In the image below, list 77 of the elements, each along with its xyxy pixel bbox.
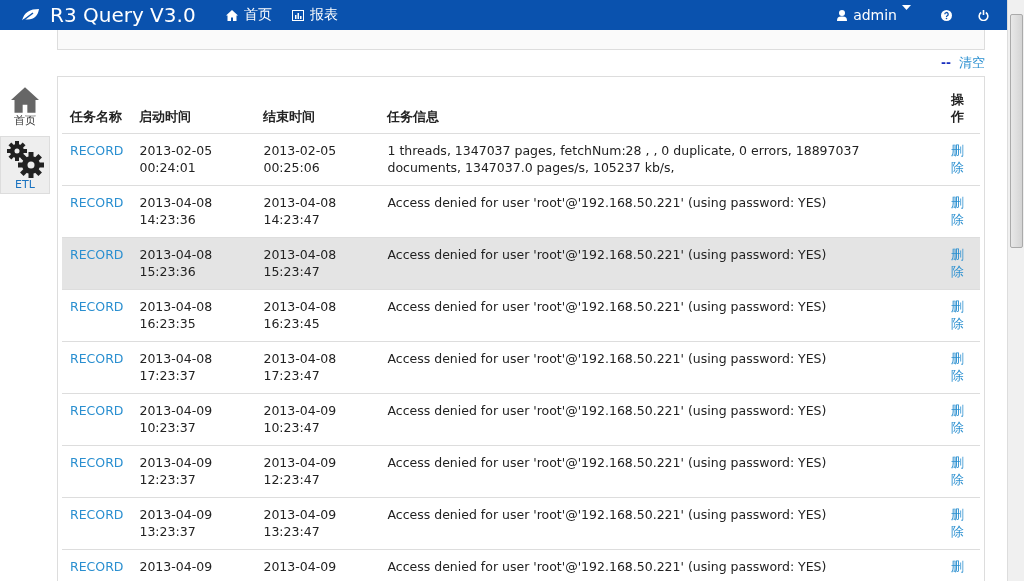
delete-link[interactable]: 删除 <box>951 506 965 540</box>
delete-link[interactable]: 删除 <box>951 246 965 280</box>
delete-link[interactable]: 删除 <box>951 194 965 228</box>
table-cell: 2013-04-08 16:23:45 <box>255 289 380 342</box>
record-link[interactable]: RECORD <box>70 247 124 262</box>
table-cell: 2013-04-08 15:23:36 <box>131 237 256 290</box>
table-cell: 2013-04-09 10:23:47 <box>255 393 380 446</box>
table-cell: Access denied for user 'root'@'192.168.50.221' (using password: YES) <box>379 445 943 498</box>
table-cell: 2013-04-08 17:23:47 <box>255 341 380 394</box>
delete-link[interactable]: 删除 <box>951 454 965 488</box>
caret-icon <box>902 5 911 10</box>
record-link[interactable]: RECORD <box>70 403 124 418</box>
table-cell: Access denied for user 'root'@'192.168.50.221' (using password: YES) <box>379 185 943 238</box>
delete-link[interactable]: 删 <box>951 558 965 575</box>
leaf-icon <box>20 8 40 22</box>
record-link[interactable]: RECORD <box>70 559 124 574</box>
home-icon <box>225 9 238 21</box>
record-link[interactable]: RECORD <box>70 351 124 366</box>
table-cell: 2013-04-09 <box>255 549 380 581</box>
table-row[interactable]: RECORD 2013-04-08 14:23:36 2013-04-08 14:23:47 Access denied for user 'root'@'192.168.50.221' (using password: YES) 删除 <box>62 185 980 238</box>
record-link[interactable]: RECORD <box>70 455 124 470</box>
table-cell: 2013-04-08 14:23:36 <box>131 185 256 238</box>
table-cell: 2013-04-09 12:23:37 <box>131 445 256 498</box>
table-row[interactable]: RECORD 2013-04-09 10:23:37 2013-04-09 10:23:47 Access denied for user 'root'@'192.168.50.221' (using password: YES) 删除 <box>62 393 980 446</box>
record-link[interactable]: RECORD <box>70 143 124 158</box>
table-cell: 2013-04-08 17:23:37 <box>131 341 256 394</box>
table-row[interactable]: RECORD 2013-04-08 16:23:35 2013-04-08 16:23:45 Access denied for user 'root'@'192.168.50.221' (using password: YES) 删除 <box>62 289 980 342</box>
table-cell: 2013-02-05 00:25:06 <box>255 133 380 186</box>
gears-icon <box>5 139 45 178</box>
user-menu[interactable]: admin <box>837 7 897 23</box>
record-link[interactable]: RECORD <box>70 507 124 522</box>
dash-mark: -- <box>941 56 951 70</box>
table-row[interactable]: RECORD 2013-04-09 13:23:37 2013-04-09 13:23:47 Access denied for user 'root'@'192.168.50.221' (using password: YES) 删除 <box>62 497 980 550</box>
clear-link[interactable]: 清空 <box>959 54 985 72</box>
table-cell: 2013-04-09 12:23:47 <box>255 445 380 498</box>
table-row[interactable]: RECORD 2013-04-08 17:23:37 2013-04-08 17:23:47 Access denied for user 'root'@'192.168.50.221' (using password: YES) 删除 <box>62 341 980 394</box>
sidebar-item[interactable]: 首页 <box>0 78 50 136</box>
table-cell: Access denied for user 'root'@'192.168.50.221' (using password: YES) <box>379 549 943 581</box>
table-cell: 1 threads, 1347037 pages, fetchNum:28 , , 0 duplicate, 0 errors, 18897037 documents, 1347037.0 pages/s, 105237 kb/s, <box>379 133 943 186</box>
power-icon[interactable] <box>978 9 989 21</box>
table-cell: 2013-04-09 13:23:47 <box>255 497 380 550</box>
scrollbar-thumb[interactable] <box>1010 14 1023 248</box>
user-icon <box>837 9 848 21</box>
nav-link[interactable]: 首页 <box>225 6 272 24</box>
column-header: 结束时间 <box>255 85 380 134</box>
delete-link[interactable]: 删除 <box>951 142 965 176</box>
help-icon[interactable] <box>941 9 952 21</box>
table-cell: 2013-04-09 10:23:37 <box>131 393 256 446</box>
table-cell: Access denied for user 'root'@'192.168.50.221' (using password: YES) <box>379 393 943 446</box>
table-row[interactable]: RECORD 2013-04-09 12:23:37 2013-04-09 12:23:47 Access denied for user 'root'@'192.168.50.221' (using password: YES) 删除 <box>62 445 980 498</box>
table-row[interactable]: RECORD 2013-02-05 00:24:01 2013-02-05 00:25:06 1 threads, 1347037 pages, fetchNum:28 , , 0 duplicate, 0 errors, 18897037 documents, 1347037.0 pages/s, 105237 kb/s, 删除 <box>62 133 980 186</box>
table-cell: 2013-02-05 00:24:01 <box>131 133 256 186</box>
delete-link[interactable]: 删除 <box>951 350 965 384</box>
table-cell: 2013-04-09 13:23:37 <box>131 497 256 550</box>
table-cell: 2013-04-08 16:23:35 <box>131 289 256 342</box>
table-cell: 2013-04-08 15:23:47 <box>255 237 380 290</box>
table-cell: 2013-04-09 <box>131 549 256 581</box>
table-cell: Access denied for user 'root'@'192.168.50.221' (using password: YES) <box>379 237 943 290</box>
column-header: 任务信息 <box>379 85 943 134</box>
table-cell: 2013-04-08 14:23:47 <box>255 185 380 238</box>
table-row[interactable]: RECORD 2013-04-09 2013-04-09 Access denied for user 'root'@'192.168.50.221' (using password: YES) 删 <box>62 549 980 581</box>
home-icon <box>11 86 39 113</box>
delete-link[interactable]: 删除 <box>951 402 965 436</box>
sidebar-item[interactable]: ETL <box>0 136 50 194</box>
column-header: 任务名称 <box>62 85 132 134</box>
chart-icon <box>291 9 304 21</box>
table-cell: Access denied for user 'root'@'192.168.50.221' (using password: YES) <box>379 497 943 550</box>
table-cell: Access denied for user 'root'@'192.168.50.221' (using password: YES) <box>379 341 943 394</box>
table-cell: Access denied for user 'root'@'192.168.50.221' (using password: YES) <box>379 289 943 342</box>
record-link[interactable]: RECORD <box>70 195 124 210</box>
app-title: R3 Query V3.0 <box>50 3 196 27</box>
column-header: 启动时间 <box>131 85 256 134</box>
nav-link[interactable]: 报表 <box>291 6 338 24</box>
column-header: 操作 <box>943 85 980 134</box>
table-row[interactable]: RECORD 2013-04-08 15:23:36 2013-04-08 15:23:47 Access denied for user 'root'@'192.168.50.221' (using password: YES) 删除 <box>62 237 980 290</box>
delete-link[interactable]: 删除 <box>951 298 965 332</box>
record-link[interactable]: RECORD <box>70 299 124 314</box>
